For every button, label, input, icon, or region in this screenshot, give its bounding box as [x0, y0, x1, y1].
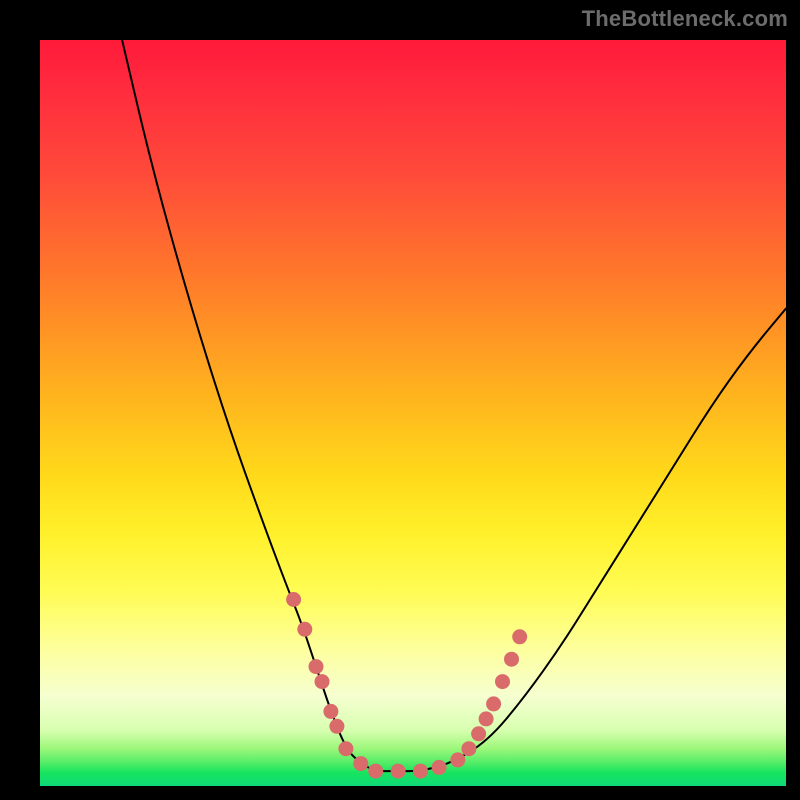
bottleneck-curve — [122, 40, 786, 771]
chart-frame: TheBottleneck.com — [0, 0, 800, 800]
highlight-dot — [479, 711, 494, 726]
highlight-dot — [315, 674, 330, 689]
highlight-dot — [309, 659, 324, 674]
highlight-dots-group — [286, 592, 527, 779]
highlight-dot — [391, 764, 406, 779]
highlight-dot — [495, 674, 510, 689]
watermark-text: TheBottleneck.com — [582, 6, 788, 32]
bottleneck-curve-svg — [40, 40, 786, 786]
highlight-dot — [323, 704, 338, 719]
highlight-dot — [450, 752, 465, 767]
highlight-dot — [413, 764, 428, 779]
highlight-dot — [471, 726, 486, 741]
highlight-dot — [297, 622, 312, 637]
highlight-dot — [461, 741, 476, 756]
highlight-dot — [432, 760, 447, 775]
highlight-dot — [486, 696, 501, 711]
highlight-dot — [368, 764, 383, 779]
highlight-dot — [338, 741, 353, 756]
highlight-dot — [512, 629, 527, 644]
plot-area — [40, 40, 786, 786]
highlight-dot — [286, 592, 301, 607]
highlight-dot — [504, 652, 519, 667]
highlight-dot — [329, 719, 344, 734]
highlight-dot — [353, 756, 368, 771]
